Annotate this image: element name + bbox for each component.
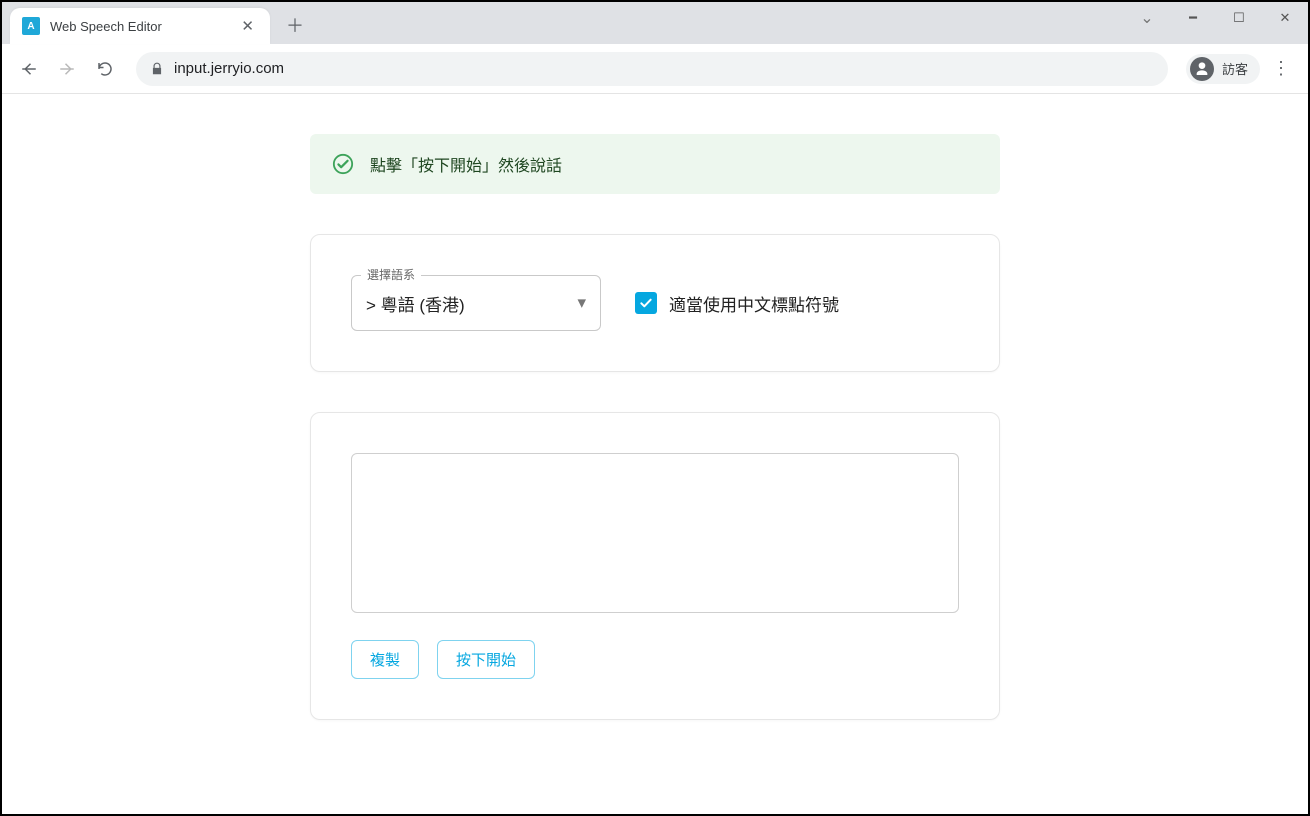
chevron-down-icon: ▾	[577, 293, 586, 313]
punctuation-checkbox[interactable]	[635, 292, 657, 314]
status-text: 點擊「按下開始」然後說話	[370, 152, 562, 176]
start-button[interactable]: 按下開始	[437, 640, 535, 679]
window-dropdown-icon[interactable]: ⌄	[1124, 2, 1170, 34]
language-select-wrap: 選擇語系 > 粵語 (香港) ▾	[351, 275, 601, 331]
window-controls: ⌄ ━ ☐ ✕	[1124, 2, 1308, 34]
status-alert: 點擊「按下開始」然後說話	[310, 134, 1000, 194]
tab-close-button[interactable]: ✕	[237, 15, 258, 37]
titlebar: A Web Speech Editor ✕ ＋ ⌄ ━ ☐ ✕	[2, 2, 1308, 44]
back-button[interactable]	[12, 52, 46, 86]
page-viewport: 點擊「按下開始」然後說話 選擇語系 > 粵語 (香港) ▾	[2, 94, 1308, 814]
tab-title: Web Speech Editor	[50, 19, 237, 34]
window-minimize-button[interactable]: ━	[1170, 2, 1216, 34]
profile-label: 訪客	[1222, 59, 1248, 78]
transcript-textarea[interactable]	[351, 453, 959, 613]
url-text: input.jerryio.com	[174, 60, 284, 77]
language-select-label: 選擇語系	[361, 266, 421, 283]
copy-button[interactable]: 複製	[351, 640, 419, 679]
language-select-value: > 粵語 (香港)	[366, 291, 465, 316]
arrow-left-icon	[20, 60, 38, 78]
new-tab-button[interactable]: ＋	[280, 10, 310, 40]
window-close-button[interactable]: ✕	[1262, 2, 1308, 34]
punctuation-option: 適當使用中文標點符號	[635, 291, 839, 316]
check-circle-icon	[332, 153, 354, 175]
browser-menu-button[interactable]: ⋮	[1264, 52, 1298, 86]
reload-button[interactable]	[88, 52, 122, 86]
settings-card: 選擇語系 > 粵語 (香港) ▾ 適當使用中文標點符號	[310, 234, 1000, 372]
reload-icon	[96, 60, 114, 78]
window-maximize-button[interactable]: ☐	[1216, 2, 1262, 34]
check-icon	[638, 295, 654, 311]
profile-button[interactable]: 訪客	[1186, 54, 1260, 84]
favicon-icon: A	[22, 17, 40, 35]
punctuation-label: 適當使用中文標點符號	[669, 291, 839, 316]
address-bar[interactable]: input.jerryio.com	[136, 52, 1168, 86]
browser-toolbar: input.jerryio.com 訪客 ⋮	[2, 44, 1308, 94]
arrow-right-icon	[58, 60, 76, 78]
language-select[interactable]: > 粵語 (香港) ▾	[351, 275, 601, 331]
editor-card: 複製 按下開始	[310, 412, 1000, 720]
lock-icon	[150, 62, 164, 76]
browser-tab[interactable]: A Web Speech Editor ✕	[10, 8, 270, 44]
forward-button[interactable]	[50, 52, 84, 86]
avatar-icon	[1190, 57, 1214, 81]
